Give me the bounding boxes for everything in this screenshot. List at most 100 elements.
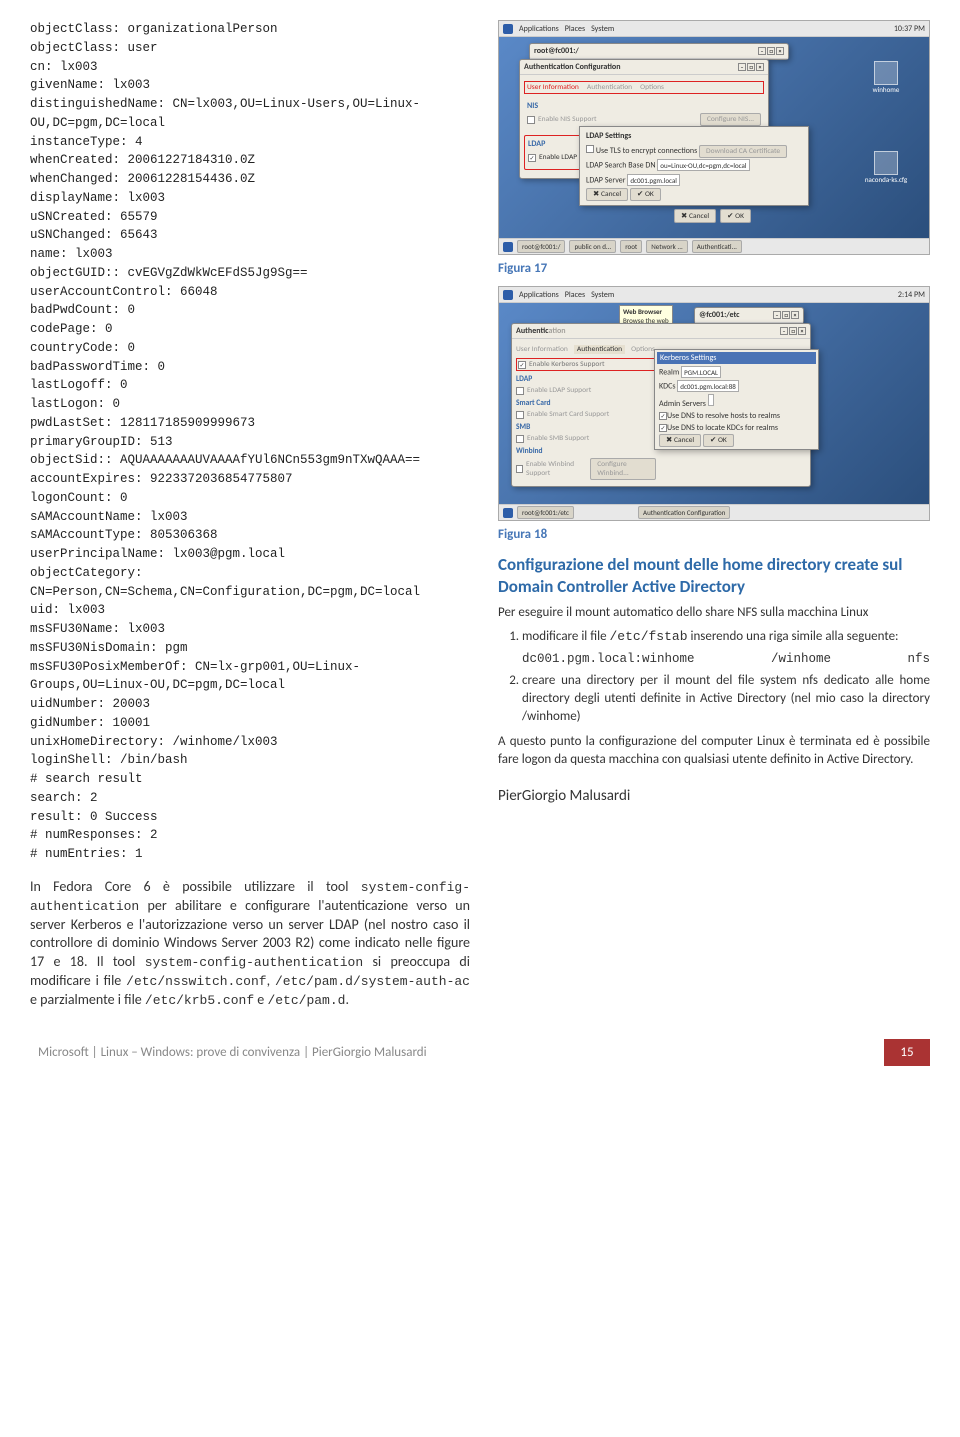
terminal-window: root@fc001:/ –□× bbox=[529, 43, 789, 60]
checkbox-icon bbox=[527, 116, 535, 124]
enable-ldap-label: Enable LDAP Support bbox=[527, 386, 591, 395]
ok-button: ✔ OK bbox=[703, 434, 734, 447]
menu-applications: Applications bbox=[519, 24, 559, 34]
ldap-server-input: dc001.pgm.local bbox=[627, 174, 680, 186]
ldap-settings-dialog: LDAP Settings Use TLS to encrypt connect… bbox=[579, 126, 809, 206]
file-fstab: /etc/fstab bbox=[610, 629, 688, 644]
dns-kdc-label: Use DNS to locate KDCs for realms bbox=[667, 423, 778, 433]
tab-authentication: Authentication bbox=[574, 345, 625, 354]
checkbox-icon bbox=[516, 435, 524, 443]
checkbox-icon bbox=[516, 387, 524, 395]
taskbar-item: Network ... bbox=[646, 240, 687, 253]
fedora-icon bbox=[503, 290, 513, 300]
section-heading: Configurazione del mount delle home dire… bbox=[498, 554, 930, 598]
taskbar-item: root@fc001:/ bbox=[517, 240, 565, 253]
ldif-output: objectClass: organizationalPerson object… bbox=[30, 20, 470, 864]
checkbox-icon bbox=[516, 411, 524, 419]
kerberos-settings-dialog: Kerberos Settings Realm PGM.LOCAL KDCs d… bbox=[654, 349, 819, 450]
enable-kerberos-label: Enable Kerberos Support bbox=[529, 360, 605, 369]
ldap-settings-title: LDAP Settings bbox=[583, 130, 805, 142]
para-text: . bbox=[345, 991, 349, 1008]
desktop-icon-winhome: winhome bbox=[851, 61, 921, 94]
para-text: In Fedora Core 6 è possibile utilizzare … bbox=[30, 878, 361, 895]
window-controls: –□× bbox=[757, 46, 784, 56]
figure-18-screenshot: Applications Places System 2:14 PM Web B… bbox=[498, 286, 930, 521]
step-2: creare una directory per il mount del fi… bbox=[522, 672, 930, 727]
base-dn-label: LDAP Search Base DN bbox=[586, 161, 655, 171]
group-winbind-label: Winbind bbox=[516, 447, 656, 456]
checkbox-icon bbox=[516, 465, 523, 473]
cancel-button: ✖ Cancel bbox=[586, 188, 628, 201]
kdc-label: KDCs bbox=[659, 382, 675, 392]
terminal-title: @fc001:/etc bbox=[699, 310, 740, 320]
gnome-panel-top: Applications Places System 10:37 PM bbox=[499, 21, 929, 37]
gnome-panel-bottom: root@fc001:/etc Authentication Configura… bbox=[499, 504, 929, 520]
ldap-server-label: LDAP Server bbox=[586, 176, 626, 186]
base-dn-input: ou=Linux-OU,dc=pgm,dc=local bbox=[657, 159, 749, 171]
configure-nis-button: Configure NIS... bbox=[700, 113, 761, 126]
fedora-icon bbox=[503, 508, 513, 518]
admin-servers-label: Admin Servers bbox=[659, 399, 706, 409]
file-pamd: /etc/pam.d bbox=[267, 993, 345, 1008]
fstab-mount: /winhome bbox=[771, 651, 831, 669]
taskbar-item: root@fc001:/etc bbox=[517, 506, 574, 519]
kdc-input: dc001.pgm.local:88 bbox=[677, 380, 739, 392]
para-text: e parzialmente i file bbox=[30, 991, 145, 1008]
checkbox-icon: ✓ bbox=[528, 154, 536, 162]
group-smartcard-label: Smart Card bbox=[516, 399, 656, 408]
file-nsswitch: /etc/nsswitch.conf bbox=[126, 974, 266, 989]
tab-user-info: User Information bbox=[516, 345, 568, 354]
cancel-button: ✖ Cancel bbox=[659, 434, 701, 447]
step-1: modificare il file /etc/fstab inserendo … bbox=[522, 628, 930, 668]
fstab-remote: dc001.pgm.local:winhome bbox=[522, 651, 695, 669]
menu-places: Places bbox=[565, 24, 585, 34]
figure-18-caption: Figura 18 bbox=[498, 527, 930, 542]
kerberos-settings-title: Kerberos Settings bbox=[657, 352, 816, 364]
terminal-window: @fc001:/etc –□× bbox=[694, 307, 804, 324]
fstab-type: nfs bbox=[907, 651, 930, 669]
window-controls: –□× bbox=[737, 62, 764, 72]
enable-sc-label: Enable Smart Card Support bbox=[527, 410, 609, 419]
taskbar-item: Authenticati... bbox=[692, 240, 742, 253]
download-ca-button: Download CA Certificate bbox=[699, 145, 787, 158]
terminal-title: root@fc001:/ bbox=[534, 46, 579, 56]
gnome-panel-bottom: root@fc001:/ public on d... root Network… bbox=[499, 238, 929, 254]
menu-system: System bbox=[591, 24, 614, 34]
taskbar-item: public on d... bbox=[569, 240, 616, 253]
group-smb-label: SMB bbox=[516, 423, 656, 432]
tab-options: Options bbox=[631, 345, 655, 354]
tab-user-info: User Information bbox=[527, 83, 579, 92]
dns-hosts-label: Use DNS to resolve hosts to realms bbox=[667, 411, 780, 421]
taskbar-item: Authentication Configuration bbox=[638, 506, 730, 519]
ok-button: ✔ OK bbox=[630, 188, 661, 201]
footer-text: Microsoft | Linux – Windows: prove di co… bbox=[30, 1039, 884, 1066]
para-text: e bbox=[254, 991, 267, 1008]
ok-button: ✔ OK bbox=[720, 209, 751, 223]
fedora-icon bbox=[503, 24, 513, 34]
enable-winbind-label: Enable Winbind Support bbox=[526, 460, 587, 478]
menu-system: System bbox=[591, 290, 614, 300]
page-footer: Microsoft | Linux – Windows: prove di co… bbox=[30, 1038, 930, 1066]
window-controls: –□× bbox=[779, 326, 806, 336]
checkbox-icon: ✓ bbox=[659, 424, 667, 432]
configure-winbind-button: Configure Winbind... bbox=[590, 458, 656, 480]
enable-nis-label: Enable NIS Support bbox=[538, 115, 597, 124]
fedora-icon bbox=[503, 242, 513, 252]
realm-label: Realm bbox=[659, 368, 679, 378]
file-systemauth: /etc/pam.d/system-auth-ac bbox=[275, 974, 470, 989]
checkbox-icon: ✓ bbox=[659, 412, 667, 420]
para-text: , bbox=[267, 972, 275, 989]
auth-config-title: Authentication Configuration bbox=[524, 62, 621, 72]
page-number: 15 bbox=[884, 1039, 930, 1066]
tab-authentication: Authentication bbox=[587, 83, 632, 92]
intro-text: Per eseguire il mount automatico dello s… bbox=[498, 604, 930, 622]
fedora-paragraph: In Fedora Core 6 è possibile utilizzare … bbox=[30, 878, 470, 1010]
menu-applications: Applications bbox=[519, 290, 559, 300]
author-name: PierGiorgio Malusardi bbox=[498, 787, 930, 805]
tool-name-2: system-config-authentication bbox=[145, 955, 363, 970]
group-ldap-label: LDAP bbox=[516, 375, 656, 384]
closing-text: A questo punto la configurazione del com… bbox=[498, 733, 930, 769]
taskbar-item: root bbox=[620, 240, 642, 253]
tls-label: Use TLS to encrypt connections bbox=[596, 146, 697, 156]
enable-smb-label: Enable SMB Support bbox=[527, 434, 589, 443]
